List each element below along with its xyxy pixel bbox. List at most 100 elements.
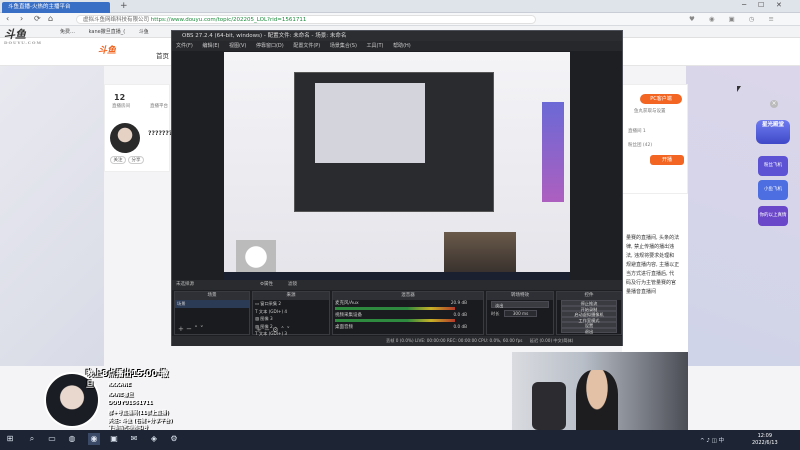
- transition-select[interactable]: 淡出: [491, 301, 549, 308]
- taskbar-clock[interactable]: 12:09 2022/6/13: [752, 433, 778, 447]
- status-stats: 丢帧 0 (0.0%) LIVE: 00:00:00 REC: 00:00:00…: [386, 338, 523, 343]
- controls-panel: 控件 停止推流 开始录制 启动虚拟摄像机 工作室模式 设置 退出: [556, 291, 622, 335]
- menu-view[interactable]: 视图(V): [229, 43, 246, 49]
- share-button[interactable]: 分享: [128, 156, 144, 164]
- browser-tab-douyu[interactable]: 斗鱼直播-火热的主播平台: [2, 2, 110, 13]
- source-item-label: 文本 (GDI+) 4: [258, 308, 288, 314]
- bookmark-item[interactable]: 斗鱼: [139, 29, 149, 35]
- scene-toolbar: + − ˄ ˅: [178, 325, 203, 333]
- menu-help[interactable]: 帮助(H): [393, 43, 411, 49]
- obs-icon[interactable]: ◉: [88, 433, 100, 445]
- float-promo-item[interactable]: 你的以上真情: [758, 206, 788, 226]
- maximize-button[interactable]: ☐: [758, 1, 764, 9]
- preview-taskbar: [224, 272, 570, 280]
- source-toolbar-icons: + − ⚙ ˄ ˅: [256, 326, 290, 334]
- menu-profile[interactable]: 配置文件(P): [293, 43, 320, 49]
- remove-icon[interactable]: −: [186, 325, 192, 333]
- start-stream-button[interactable]: 开播: [650, 155, 684, 165]
- douyu-logo[interactable]: 斗鱼 DOUYU.COM: [4, 26, 52, 48]
- close-icon[interactable]: ×: [770, 100, 778, 108]
- bookmark-item[interactable]: 免费…: [60, 29, 75, 35]
- gear-icon[interactable]: ⚙: [272, 326, 278, 334]
- add-icon[interactable]: +: [256, 326, 262, 334]
- browser-icon[interactable]: ◍: [66, 433, 78, 445]
- exit-button[interactable]: 退出: [561, 327, 617, 334]
- float-promo-item[interactable]: 小鱼飞机: [758, 180, 788, 200]
- refresh-icon[interactable]: ⟳: [34, 14, 41, 23]
- float-promo-item[interactable]: 粉丝飞机: [758, 156, 788, 176]
- down-icon[interactable]: ˅: [200, 325, 204, 333]
- announcement-article: 量赛的直播间, 头条的法 律, 禁止传播的播出违 法, 违规将要求处理和 规避直…: [622, 194, 688, 354]
- right-info-text[interactable]: 粉丝团 (42): [628, 142, 652, 148]
- settings-icon[interactable]: ⚙: [168, 433, 180, 445]
- mouse-cursor-icon: [737, 86, 744, 92]
- search-icon[interactable]: ⌕: [26, 433, 38, 445]
- menu-edit[interactable]: 编辑(E): [202, 43, 219, 49]
- mixer-channel-db: 0.0 dB: [453, 312, 467, 317]
- up-icon[interactable]: ˄: [194, 325, 198, 333]
- source-item-label: 窗口采集 2: [260, 301, 282, 306]
- obs-status-bar: 丢帧 0 (0.0%) LIVE: 00:00:00 REC: 00:00:00…: [172, 336, 622, 346]
- right-info-text: 鱼丸获取与设置: [634, 109, 666, 114]
- article-line: 规避直播内容, 主播以正: [626, 262, 680, 268]
- audio-mixer-panel: 混音器 麦克风/Aux 20.9 dB 视频采集设备 0.0 dB 桌面音频 0…: [332, 291, 484, 335]
- source-toolbar: 未选择源 ⚙属性 滤镜: [172, 280, 622, 290]
- system-tray[interactable]: ^ ♪ ◫ 中: [700, 436, 724, 444]
- app-icon[interactable]: ◈: [148, 433, 160, 445]
- anchor-avatar[interactable]: [110, 123, 140, 153]
- volume-meter: [335, 307, 455, 310]
- duration-input[interactable]: 300 ms: [503, 310, 538, 317]
- add-icon[interactable]: +: [178, 325, 184, 333]
- close-window-button[interactable]: ✕: [776, 1, 782, 9]
- starlight-badge[interactable]: 星光殿堂: [756, 120, 790, 144]
- bookmark-item[interactable]: kane撒旦直播_(: [89, 29, 126, 35]
- source-item[interactable]: T 文本 (GDI+) 4: [253, 308, 329, 316]
- windows-taskbar: [0, 430, 800, 450]
- menu-scene-collection[interactable]: 场景集合(S): [330, 43, 357, 49]
- preview-nested-obs: [294, 72, 494, 212]
- url-input[interactable]: 虚拟斗鱼网络科技有限公司 https://www.douyu.com/topic…: [76, 15, 536, 24]
- site-brand-logo[interactable]: 斗鱼: [98, 43, 116, 56]
- properties-button[interactable]: ⚙属性: [260, 280, 273, 290]
- up-icon[interactable]: ˄: [281, 326, 285, 334]
- forward-icon[interactable]: ›: [20, 14, 23, 23]
- pc-client-button[interactable]: PC客户端: [640, 94, 682, 104]
- mixer-channel-name: 视频采集设备: [335, 313, 362, 318]
- remove-icon[interactable]: −: [264, 326, 270, 334]
- mixer-channel-name: 桌面音频: [335, 325, 353, 330]
- streamer: [576, 370, 618, 430]
- back-icon[interactable]: ‹: [6, 14, 9, 23]
- mixer-header: 混音器: [333, 292, 483, 300]
- browser-extension-icons[interactable]: ♥ ◉ ▣ ◷ ≡: [689, 15, 780, 23]
- nav-home-link[interactable]: 首页: [156, 50, 169, 60]
- clock-time: 12:09: [757, 433, 773, 439]
- room-count: 12: [114, 93, 126, 102]
- obs-menu-bar: 文件(F) 编辑(E) 视图(V) 停靠窗口(D) 配置文件(P) 场景集合(S…: [172, 41, 622, 51]
- transitions-header: 转场特效: [487, 292, 553, 300]
- start-icon[interactable]: ⊞: [4, 433, 16, 445]
- task-view-icon[interactable]: ▭: [46, 433, 58, 445]
- mixer-channel: 桌面音频 0.0 dB: [333, 324, 483, 334]
- home-icon[interactable]: ⌂: [48, 14, 53, 23]
- mixer-channel-db: 0.0 dB: [453, 324, 467, 329]
- minimize-button[interactable]: ─: [742, 1, 746, 9]
- app-icon[interactable]: ▣: [108, 433, 120, 445]
- follow-button[interactable]: 关注: [110, 156, 126, 164]
- scenes-header: 场景: [175, 292, 249, 300]
- menu-file[interactable]: 文件(F): [176, 43, 193, 49]
- obs-preview-canvas[interactable]: [224, 52, 570, 280]
- menu-docks[interactable]: 停靠窗口(D): [256, 43, 284, 49]
- down-icon[interactable]: ˅: [286, 326, 290, 334]
- source-item[interactable]: ▭ 窗口采集 2: [253, 300, 329, 308]
- preview-nested-canvas: [315, 83, 425, 163]
- scene-item[interactable]: 场景: [175, 300, 249, 308]
- new-tab-button[interactable]: +: [120, 1, 128, 11]
- room-count-label: 直播房间: [112, 104, 130, 109]
- status-right: 延迟 (0.00) 中文(简体): [529, 338, 574, 343]
- filters-button[interactable]: 滤镜: [288, 280, 297, 290]
- duration-row: 时长 300 ms: [487, 309, 553, 319]
- source-item[interactable]: ▨ 图像 3: [253, 315, 329, 323]
- mail-icon[interactable]: ✉: [128, 433, 140, 445]
- menu-tools[interactable]: 工具(T): [367, 43, 384, 49]
- article-line: 律, 禁止传播的播出违: [626, 244, 675, 250]
